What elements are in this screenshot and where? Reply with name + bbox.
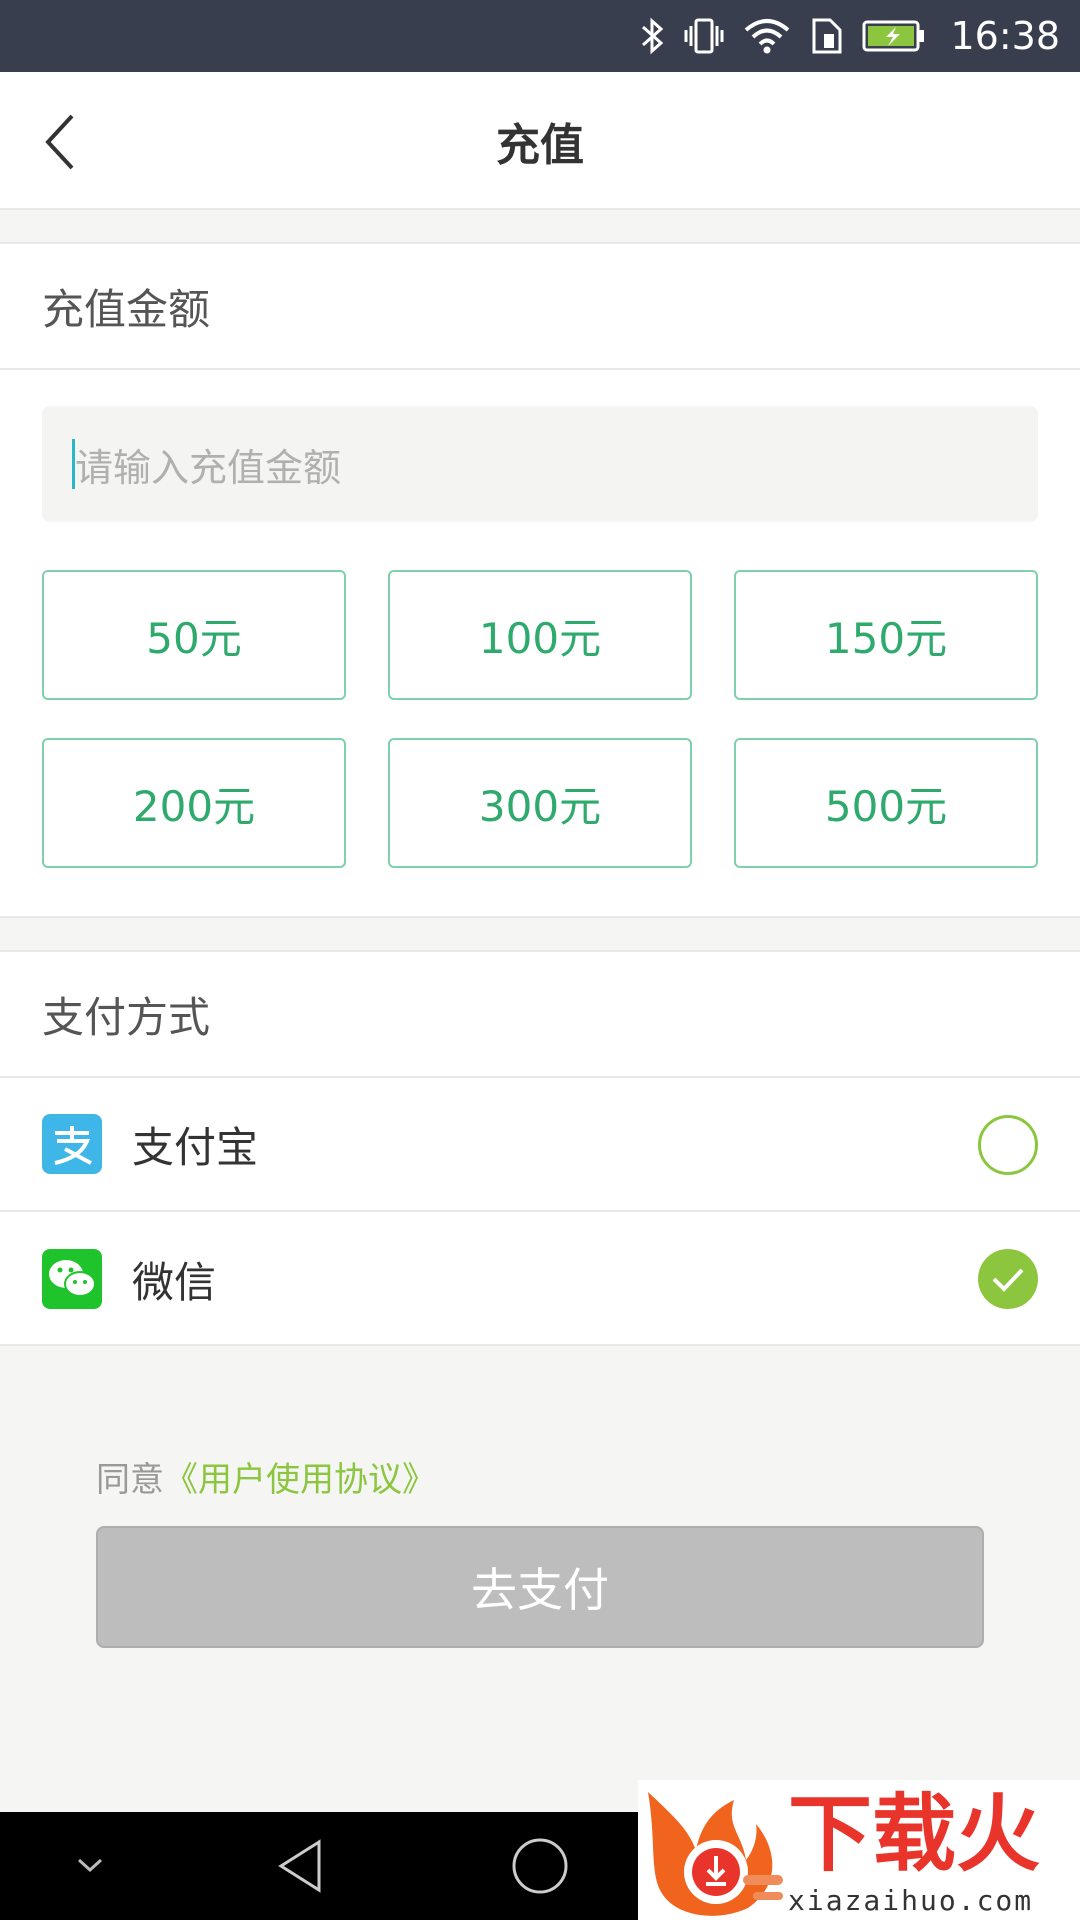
payment-method-alipay[interactable]: 支付宝	[0, 1078, 1080, 1212]
alipay-icon	[42, 1114, 102, 1174]
watermark-logo: 下载火 xiazaihuo.com	[638, 1780, 1080, 1920]
amount-option-300[interactable]: 300元	[388, 738, 692, 868]
triangle-back-icon	[278, 1839, 321, 1893]
system-home-button[interactable]	[505, 1812, 575, 1920]
circle-home-icon	[512, 1838, 568, 1894]
payment-section: 支付方式 支付宝 微信	[0, 950, 1080, 1346]
system-back-button[interactable]	[270, 1812, 330, 1920]
payment-method-label: 微信	[132, 1257, 217, 1307]
pay-button[interactable]: 去支付	[96, 1526, 984, 1648]
user-agreement-link[interactable]: 《用户使用协议》	[164, 1460, 436, 1500]
payment-method-wechat[interactable]: 微信	[0, 1212, 1080, 1346]
radio-unselected[interactable]	[978, 1115, 1038, 1175]
amount-input[interactable]: 请输入充值金额	[42, 406, 1038, 522]
hide-keyboard-button[interactable]	[60, 1812, 120, 1920]
payment-method-label: 支付宝	[132, 1122, 259, 1172]
agreement-text: 同意《用户使用协议》	[96, 1452, 436, 1501]
amount-option-200[interactable]: 200元	[42, 738, 346, 868]
checkmark-icon	[992, 1268, 1024, 1292]
navigation-bar: 充值	[0, 72, 1080, 210]
page-title: 充值	[496, 120, 584, 171]
battery-charging-icon	[862, 19, 926, 53]
status-time: 16:38	[950, 14, 1060, 58]
chevron-down-icon	[77, 1858, 103, 1873]
amount-section: 充值金额 请输入充值金额 50元 100元 150元 200元 300元 500…	[0, 242, 1080, 918]
payment-section-title: 支付方式	[0, 952, 1080, 1078]
bluetooth-icon	[640, 16, 666, 56]
watermark-domain: xiazaihuo.com	[788, 1884, 1034, 1917]
wechat-icon	[42, 1249, 102, 1309]
amount-option-50[interactable]: 50元	[42, 570, 346, 700]
vibrate-icon	[684, 16, 724, 56]
radio-selected[interactable]	[978, 1249, 1038, 1309]
status-bar: 16:38	[0, 0, 1080, 72]
amount-input-placeholder: 请输入充值金额	[75, 445, 342, 490]
amount-option-500[interactable]: 500元	[734, 738, 1038, 868]
wifi-icon	[742, 16, 792, 56]
agreement-prefix: 同意	[96, 1460, 164, 1500]
sim-card-icon	[810, 16, 844, 56]
amount-section-title: 充值金额	[0, 244, 1080, 370]
watermark-brand: 下载火	[788, 1785, 1041, 1883]
amount-option-150[interactable]: 150元	[734, 570, 1038, 700]
amount-option-100[interactable]: 100元	[388, 570, 692, 700]
